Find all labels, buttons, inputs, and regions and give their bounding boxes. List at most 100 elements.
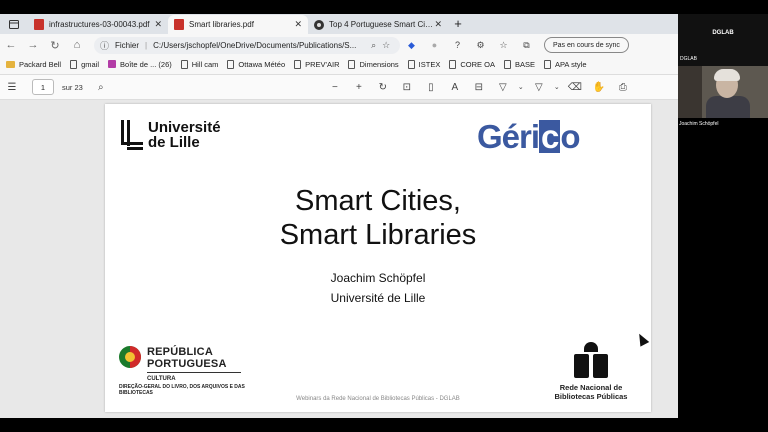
portugal-emblem-icon (119, 346, 141, 368)
bookmark-item[interactable]: PREV'AIR (294, 59, 339, 69)
bookmark-label: Packard Bell (19, 59, 62, 69)
new-tab-icon[interactable]: + (448, 14, 468, 34)
pdf-toolbar: ☰ 1 sur 23 ⌕ − + ↻ ⊡ ▯ A ⊟ ▽ ⌄ ▽ ⌄ ⌫ ✋ ⎙ (0, 74, 678, 100)
back-icon[interactable]: ← (0, 39, 22, 51)
gerico-text: o (560, 118, 580, 155)
zoom-icon[interactable]: ⌕ (371, 40, 376, 51)
person-hair (714, 69, 740, 81)
rp-direcao-geral: DIREÇÃO-GERAL DO LIVRO, DOS ARQUIVOS E D… (119, 384, 245, 396)
rotate-icon[interactable]: ↻ (371, 82, 395, 93)
page-icon (348, 59, 356, 69)
chevron-down-icon[interactable]: ⌄ (551, 83, 563, 91)
title-line1: Smart Cities, (295, 185, 461, 217)
url-path: C:/Users/jschopfel/OneDrive/Documents/Pu… (153, 40, 357, 50)
bookmark-label: Dimensions (359, 59, 399, 69)
read-aloud-icon[interactable]: A (443, 82, 467, 93)
bookmark-item[interactable]: BASE (503, 59, 535, 69)
bookmark-item[interactable]: Packard Bell (6, 60, 61, 69)
author-affiliation: Université de Lille (330, 291, 426, 305)
bookmark-item[interactable]: Boîte de ... (26) (108, 60, 172, 69)
close-tab-icon[interactable]: ✕ (154, 19, 162, 30)
bookmark-label: Boîte de ... (26) (120, 59, 172, 69)
page-icon (294, 59, 302, 69)
extension-icon[interactable]: ◆ (400, 40, 423, 51)
bookmark-item[interactable]: Ottawa Météo (227, 59, 285, 69)
universite-de-lille-logo: Université de Lille (121, 120, 221, 150)
bookshelf (678, 66, 702, 118)
favorites-icon[interactable]: ☆ (492, 40, 515, 51)
text-icon[interactable]: ⊟ (467, 82, 491, 93)
address-bar[interactable]: ⓘ Fichier | C:/Users/jschopfel/OneDrive/… (94, 36, 400, 54)
sync-button[interactable]: Pas en cours de sync (544, 37, 629, 53)
video-host-name: DGLAB (712, 30, 734, 36)
highlight-icon[interactable]: ▽ (527, 82, 551, 93)
page-icon (543, 59, 551, 69)
chevron-down-icon[interactable]: ⌄ (515, 83, 527, 91)
rp-cultura: CULTURA (147, 376, 176, 382)
slide-page: Université de Lille Gérico Smart Cities,… (105, 104, 651, 412)
bookmark-label: APA style (554, 59, 587, 69)
rp-divider (147, 372, 241, 373)
bookmark-label: gmail (81, 59, 100, 69)
zoom-in-icon[interactable]: + (347, 82, 371, 93)
eraser-icon[interactable]: ⌫ (563, 82, 587, 93)
url-prefix: Fichier (115, 40, 140, 50)
forward-icon[interactable]: → (22, 39, 44, 51)
univ-line1: Université (148, 119, 221, 136)
tab-smart-cities[interactable]: Top 4 Portuguese Smart Cities: E ✕ (308, 15, 448, 34)
extensions-icon[interactable]: ⚙ (469, 40, 492, 51)
slide-author: Joachim Schöpfel Université de Lille (105, 268, 651, 308)
browser-window: infrastructures-03-00043.pdf ✕ Smart lib… (0, 14, 678, 418)
close-tab-icon[interactable]: ✕ (294, 19, 302, 30)
video-panel: DGLAB DGLAB Joachim Schöpfel (678, 14, 768, 127)
contents-icon[interactable]: ☰ (0, 82, 24, 93)
rede-nacional-text: Rede Nacional de Bibliotecas Públicas (554, 383, 628, 401)
close-tab-icon[interactable]: ✕ (434, 19, 442, 30)
favorite-add-icon[interactable]: ☆ (382, 40, 390, 51)
bookmark-label: Hill cam (191, 59, 219, 69)
print-icon[interactable]: ⎙ (611, 82, 635, 93)
bookmarks-bar: Packard Bell gmail Boîte de ... (26) Hil… (0, 56, 678, 72)
author-name: Joachim Schöpfel (330, 271, 426, 285)
pdf-icon (34, 19, 44, 30)
home-icon[interactable]: ⌂ (66, 39, 88, 51)
web-icon (314, 19, 324, 30)
bookmark-item[interactable]: APA style (543, 59, 587, 69)
bookmark-item[interactable]: Hill cam (180, 59, 219, 69)
tab-smart-libraries[interactable]: Smart libraries.pdf ✕ (168, 15, 308, 34)
lille-mark-icon (121, 120, 143, 150)
univ-line2: de Lille (148, 134, 200, 151)
hand-icon[interactable]: ✋ (587, 82, 611, 93)
extension-icon[interactable]: ● (423, 40, 446, 50)
rede-nacional-logo: Rede Nacional de Bibliotecas Públicas (553, 342, 629, 401)
bookmark-item[interactable]: gmail (70, 59, 100, 69)
page-icon (449, 59, 457, 69)
bookmark-item[interactable]: ISTEX (407, 59, 441, 69)
tab-actions-icon[interactable] (0, 14, 28, 34)
search-icon[interactable]: ⌕ (89, 82, 113, 93)
video-tile-label: DGLAB (680, 56, 697, 62)
pdf-viewer[interactable]: Université de Lille Gérico Smart Cities,… (0, 100, 678, 418)
page-icon (180, 59, 188, 69)
refresh-icon[interactable]: ↻ (44, 39, 66, 52)
draw-icon[interactable]: ▽ (491, 82, 515, 93)
fit-page-icon[interactable]: ⊡ (395, 82, 419, 93)
page-icon (227, 59, 235, 69)
info-icon[interactable]: ⓘ (100, 39, 109, 52)
tab-infrastructures[interactable]: infrastructures-03-00043.pdf ✕ (28, 15, 168, 34)
title-line2: Smart Libraries (279, 219, 477, 251)
pdf-icon (174, 19, 184, 30)
url-separator: | (145, 40, 148, 50)
gerico-text: Géri (477, 118, 540, 155)
participant-video[interactable] (678, 66, 768, 118)
bookmark-item[interactable]: CORE OA (449, 59, 495, 69)
page-number-input[interactable]: 1 (32, 79, 54, 95)
bookmark-item[interactable]: Dimensions (348, 59, 399, 69)
zoom-out-icon[interactable]: − (323, 82, 347, 93)
bookmark-label: BASE (514, 59, 535, 69)
participant-name: Joachim Schöpfel (679, 121, 719, 127)
help-icon[interactable]: ? (446, 40, 469, 50)
bookmark-label: ISTEX (418, 59, 441, 69)
page-view-icon[interactable]: ▯ (419, 82, 443, 93)
collections-icon[interactable]: ⧉ (515, 40, 538, 51)
